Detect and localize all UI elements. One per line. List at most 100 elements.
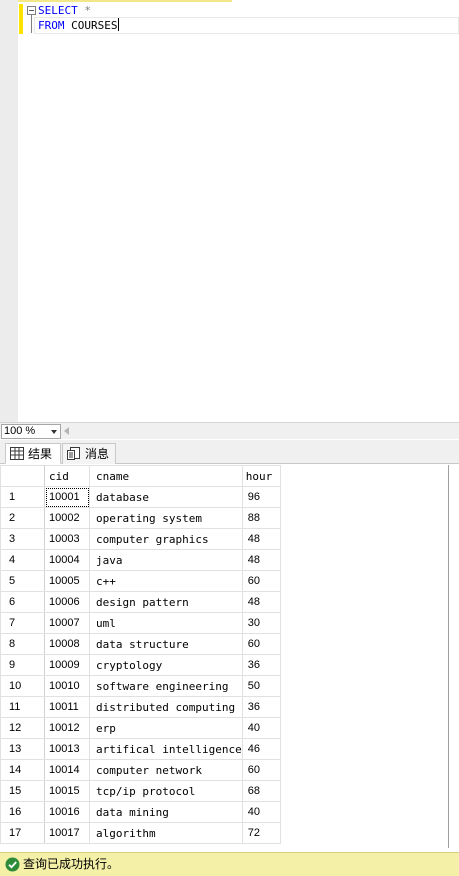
row-number[interactable]: 6 — [0, 591, 45, 613]
row-number[interactable]: 2 — [0, 507, 45, 529]
table-row[interactable]: 5 10005 c++ 60 — [0, 570, 281, 592]
cell-hour[interactable]: 36 — [241, 654, 281, 676]
cell-cname[interactable]: uml — [89, 612, 243, 634]
row-number[interactable]: 4 — [0, 549, 45, 571]
cell-cname[interactable]: data mining — [89, 801, 243, 823]
cell-hour[interactable]: 40 — [241, 717, 281, 739]
cell-cname[interactable]: data structure — [89, 633, 243, 655]
cell-cid[interactable]: 10003 — [44, 528, 90, 550]
cell-cid[interactable]: 10006 — [44, 591, 90, 613]
sql-editor[interactable]: − SELECT * FROM COURSES — [0, 0, 459, 422]
row-number[interactable]: 1 — [0, 486, 45, 508]
cell-cid[interactable]: 10012 — [44, 717, 90, 739]
code-line-1[interactable]: SELECT * — [38, 3, 91, 19]
code-line-2[interactable]: FROM COURSES — [38, 18, 120, 34]
cell-cid[interactable]: 10017 — [44, 822, 90, 844]
table-row[interactable]: 1 10001 database 96 — [0, 486, 281, 508]
cell-hour[interactable]: 60 — [241, 570, 281, 592]
scroll-left-arrow-icon[interactable] — [64, 427, 69, 435]
cell-cname[interactable]: distributed computing — [89, 696, 243, 718]
row-number[interactable]: 15 — [0, 780, 45, 802]
cell-cid[interactable]: 10002 — [44, 507, 90, 529]
row-number[interactable]: 14 — [0, 759, 45, 781]
column-header-hour[interactable]: hour — [241, 465, 281, 487]
row-number[interactable]: 13 — [0, 738, 45, 760]
cell-hour[interactable]: 36 — [241, 696, 281, 718]
cell-cname[interactable]: tcp/ip protocol — [89, 780, 243, 802]
cell-cid[interactable]: 10014 — [44, 759, 90, 781]
cell-cid[interactable]: 10004 — [44, 549, 90, 571]
table-row[interactable]: 11 10011 distributed computing 36 — [0, 696, 281, 718]
cell-hour[interactable]: 48 — [241, 549, 281, 571]
cell-cname[interactable]: erp — [89, 717, 243, 739]
cell-cid[interactable]: 10005 — [44, 570, 90, 592]
cell-hour[interactable]: 50 — [241, 675, 281, 697]
table-row[interactable]: 13 10013 artifical intelligence 46 — [0, 738, 281, 760]
cell-cid[interactable]: 10016 — [44, 801, 90, 823]
table-row[interactable]: 2 10002 operating system 88 — [0, 507, 281, 529]
cell-cname[interactable]: operating system — [89, 507, 243, 529]
row-number[interactable]: 12 — [0, 717, 45, 739]
cell-cname[interactable]: database — [89, 486, 243, 508]
cell-cid[interactable]: 10008 — [44, 633, 90, 655]
cell-cname[interactable]: computer graphics — [89, 528, 243, 550]
table-row[interactable]: 8 10008 data structure 60 — [0, 633, 281, 655]
row-number[interactable]: 8 — [0, 633, 45, 655]
cell-cid[interactable]: 10001 — [44, 486, 90, 508]
table-row[interactable]: 12 10012 erp 40 — [0, 717, 281, 739]
column-header-cid[interactable]: cid — [44, 465, 90, 487]
cell-cname[interactable]: cryptology — [89, 654, 243, 676]
cell-hour[interactable]: 88 — [241, 507, 281, 529]
cell-cname[interactable]: artifical intelligence — [89, 738, 243, 760]
cell-hour[interactable]: 60 — [241, 759, 281, 781]
cell-hour[interactable]: 96 — [241, 486, 281, 508]
cell-hour[interactable]: 68 — [241, 780, 281, 802]
table-row[interactable]: 17 10017 algorithm 72 — [0, 822, 281, 844]
cell-cid[interactable]: 10015 — [44, 780, 90, 802]
cell-cname[interactable]: java — [89, 549, 243, 571]
cell-hour[interactable]: 72 — [241, 822, 281, 844]
cell-cname[interactable]: algorithm — [89, 822, 243, 844]
row-number[interactable]: 17 — [0, 822, 45, 844]
results-grid[interactable]: cid cname hour 1 10001 database 96 2 10002 ope… — [0, 465, 459, 848]
table-row[interactable]: 14 10014 computer network 60 — [0, 759, 281, 781]
cell-hour[interactable]: 40 — [241, 801, 281, 823]
table-row[interactable]: 4 10004 java 48 — [0, 549, 281, 571]
cell-hour[interactable]: 48 — [241, 528, 281, 550]
cell-cname[interactable]: computer network — [89, 759, 243, 781]
cell-cid[interactable]: 10009 — [44, 654, 90, 676]
cell-cname[interactable]: design pattern — [89, 591, 243, 613]
cell-hour[interactable]: 30 — [241, 612, 281, 634]
table-row[interactable]: 6 10006 design pattern 48 — [0, 591, 281, 613]
row-number[interactable]: 11 — [0, 696, 45, 718]
row-number[interactable]: 10 — [0, 675, 45, 697]
row-number[interactable]: 9 — [0, 654, 45, 676]
table-row[interactable]: 9 10009 cryptology 36 — [0, 654, 281, 676]
cell-cid[interactable]: 10011 — [44, 696, 90, 718]
cell-cname[interactable]: c++ — [89, 570, 243, 592]
row-number[interactable]: 5 — [0, 570, 45, 592]
results-table: cid cname hour 1 10001 database 96 2 10002 ope… — [0, 465, 281, 844]
row-number[interactable]: 3 — [0, 528, 45, 550]
tab-messages[interactable]: 消息 — [62, 443, 116, 464]
table-row[interactable]: 15 10015 tcp/ip protocol 68 — [0, 780, 281, 802]
cell-cid[interactable]: 10010 — [44, 675, 90, 697]
cell-cname[interactable]: software engineering — [89, 675, 243, 697]
cell-hour[interactable]: 48 — [241, 591, 281, 613]
row-number[interactable]: 7 — [0, 612, 45, 634]
collapse-icon[interactable]: − — [27, 6, 36, 15]
cell-hour[interactable]: 60 — [241, 633, 281, 655]
cell-cid[interactable]: 10013 — [44, 738, 90, 760]
corner-header[interactable] — [0, 465, 45, 487]
cell-hour[interactable]: 46 — [241, 738, 281, 760]
table-row[interactable]: 10 10010 software engineering 50 — [0, 675, 281, 697]
row-number[interactable]: 16 — [0, 801, 45, 823]
grid-right-edge — [448, 465, 449, 848]
tab-results[interactable]: 结果 — [5, 443, 61, 464]
zoom-select[interactable]: 100 % — [1, 424, 61, 439]
table-row[interactable]: 16 10016 data mining 40 — [0, 801, 281, 823]
table-row[interactable]: 3 10003 computer graphics 48 — [0, 528, 281, 550]
table-row[interactable]: 7 10007 uml 30 — [0, 612, 281, 634]
cell-cid[interactable]: 10007 — [44, 612, 90, 634]
column-header-cname[interactable]: cname — [89, 465, 243, 487]
